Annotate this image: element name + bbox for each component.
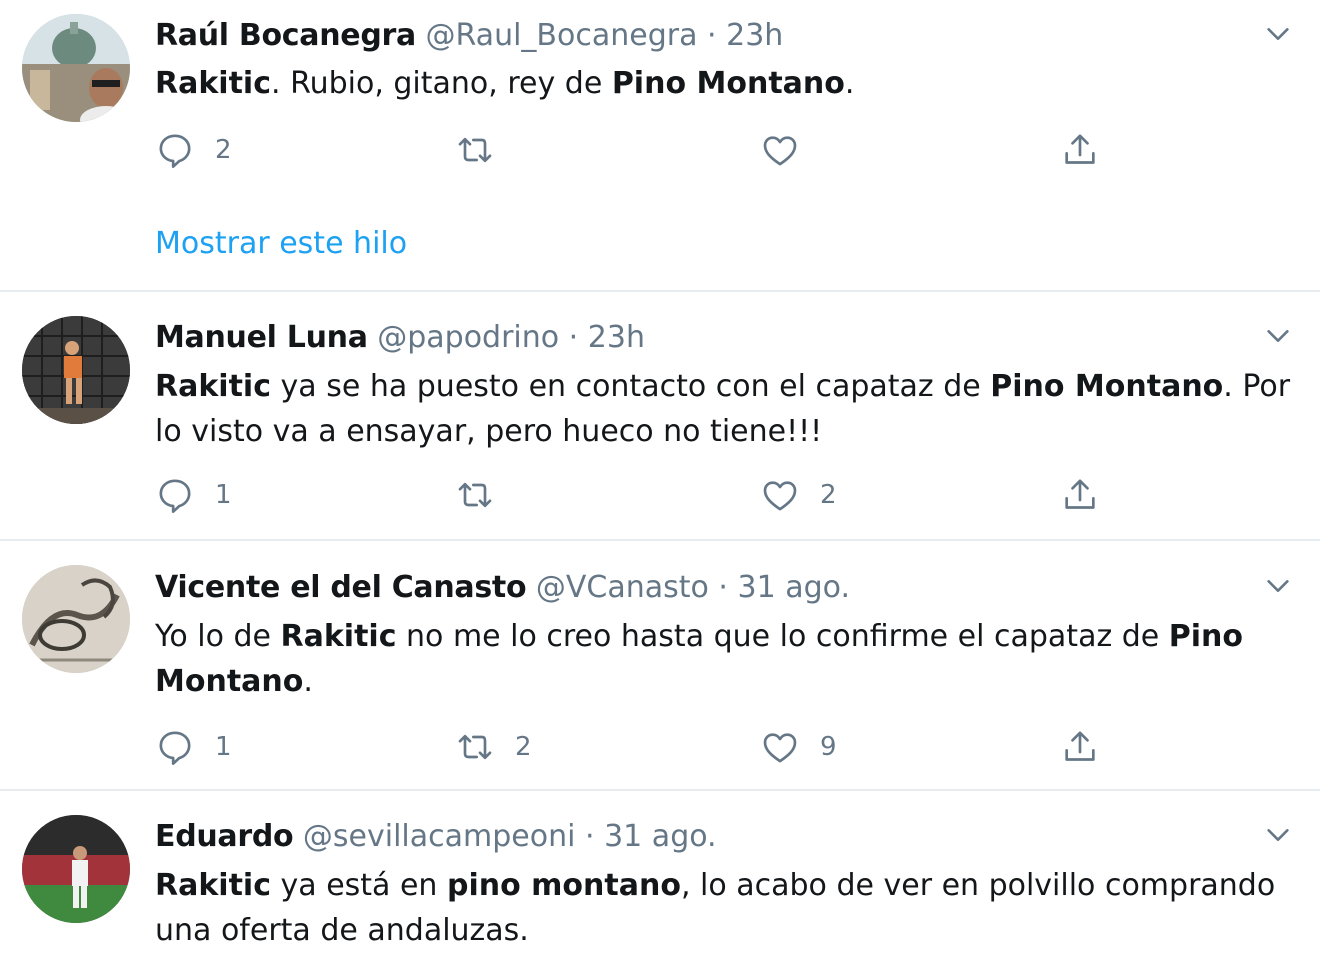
avatar-image-raul [22,14,130,122]
share-icon [1065,134,1095,164]
tweet-header: Eduardo @sevillacampeoni · 31 ago. [155,817,717,857]
retweet-icon [458,482,492,508]
share-button[interactable] [1060,727,1100,767]
share-button[interactable] [1060,130,1100,170]
retweet-button[interactable]: 2 [455,727,532,767]
tweet-menu-button[interactable] [1264,322,1292,350]
reply-button[interactable]: 1 [155,475,232,515]
highlighted-term: Rakitic [155,369,271,404]
display-name[interactable]: Eduardo [155,819,294,854]
chevron-down-icon [1267,580,1289,592]
highlighted-term: pino montano [447,868,681,903]
reply-button[interactable]: 2 [155,130,232,170]
tweet[interactable]: Eduardo @sevillacampeoni · 31 ago. Rakit… [0,791,1320,953]
timestamp[interactable]: 23h [588,320,645,355]
reply-button[interactable]: 1 [155,727,232,767]
text-segment: . [303,664,313,699]
like-button[interactable]: 2 [760,475,837,515]
avatar-image-eduardo [22,815,130,923]
user-handle[interactable]: @Raul_Bocanegra [426,18,698,53]
avatar[interactable] [22,14,130,122]
tweet-text: Rakitic ya está en pino montano, lo acab… [155,863,1295,953]
share-button[interactable] [1060,475,1100,515]
tweet[interactable]: Manuel Luna @papodrino · 23h Rakitic ya … [0,292,1320,541]
separator-dot: · [718,570,728,605]
reply-count: 1 [215,480,232,510]
text-segment: . Rubio, gitano, rey de [271,66,612,101]
tweet-menu-button[interactable] [1264,821,1292,849]
tweet[interactable]: Vicente el del Canasto @VCanasto · 31 ag… [0,541,1320,791]
tweet-text: Rakitic. Rubio, gitano, rey de Pino Mont… [155,61,1295,106]
chevron-down-icon [1267,829,1289,841]
user-handle[interactable]: @sevillacampeoni [303,819,576,854]
highlighted-term: Pino Montano [611,66,845,101]
like-button[interactable]: 9 [760,727,837,767]
timestamp[interactable]: 31 ago. [604,819,717,854]
text-segment: ya se ha puesto en contacto con el capat… [271,369,991,404]
highlighted-term: Rakitic [155,868,271,903]
share-icon [1065,479,1095,509]
separator-dot: · [568,320,579,355]
retweet-button[interactable] [455,475,515,515]
text-segment: . [844,66,855,101]
tweet-menu-button[interactable] [1264,572,1292,600]
tweet[interactable]: Raúl Bocanegra @Raul_Bocanegra · 23h Rak… [0,0,1320,292]
highlighted-term: Rakitic [280,619,397,654]
heart-icon [763,481,797,511]
separator-dot: · [585,819,595,854]
avatar[interactable] [22,565,130,673]
reply-count: 2 [215,135,232,165]
share-icon [1065,731,1095,761]
highlighted-term: Pino Montano [990,369,1224,404]
separator-dot: · [707,18,717,53]
retweet-icon [458,734,492,760]
display-name[interactable]: Vicente el del Canasto [155,570,527,605]
tweet-text: Yo lo de Rakitic no me lo creo hasta que… [155,614,1295,704]
like-count: 9 [820,732,837,762]
avatar[interactable] [22,815,130,923]
reply-icon [159,479,191,513]
tweet-text: Rakitic ya se ha puesto en contacto con … [155,364,1295,454]
text-segment: no me lo creo hasta que lo confirme el c… [396,619,1169,654]
chevron-down-icon [1267,330,1289,342]
timestamp[interactable]: 31 ago. [737,570,850,605]
reply-icon [159,731,191,765]
avatar[interactable] [22,316,130,424]
tweet-actions: 2 [155,130,1155,170]
timestamp[interactable]: 23h [726,18,783,53]
text-segment: Yo lo de [155,619,281,654]
tweet-header: Vicente el del Canasto @VCanasto · 31 ag… [155,568,850,608]
display-name[interactable]: Raúl Bocanegra [155,18,416,53]
tweet-actions: 1 2 [155,475,1155,515]
tweet-menu-button[interactable] [1264,20,1292,48]
tweet-actions: 1 2 9 [155,727,1155,767]
tweet-header: Raúl Bocanegra @Raul_Bocanegra · 23h [155,16,783,56]
heart-icon [763,136,797,166]
tweet-feed: Raúl Bocanegra @Raul_Bocanegra · 23h Rak… [0,0,1320,953]
retweet-icon [458,137,492,163]
highlighted-term: Rakitic [155,66,271,101]
tweet-header: Manuel Luna @papodrino · 23h [155,318,645,358]
chevron-down-icon [1267,28,1289,40]
user-handle[interactable]: @papodrino [377,320,559,355]
like-count: 2 [820,480,837,510]
display-name[interactable]: Manuel Luna [155,320,368,355]
show-thread-link[interactable]: Mostrar este hilo [155,224,407,264]
heart-icon [763,733,797,763]
retweet-count: 2 [515,732,532,762]
retweet-button[interactable] [455,130,515,170]
text-segment: ya está en [271,868,447,903]
like-button[interactable] [760,130,820,170]
reply-count: 1 [215,732,232,762]
reply-icon [159,134,191,169]
user-handle[interactable]: @VCanasto [536,570,709,605]
avatar-image-manuel [22,316,130,424]
avatar-image-vicente [22,565,130,673]
